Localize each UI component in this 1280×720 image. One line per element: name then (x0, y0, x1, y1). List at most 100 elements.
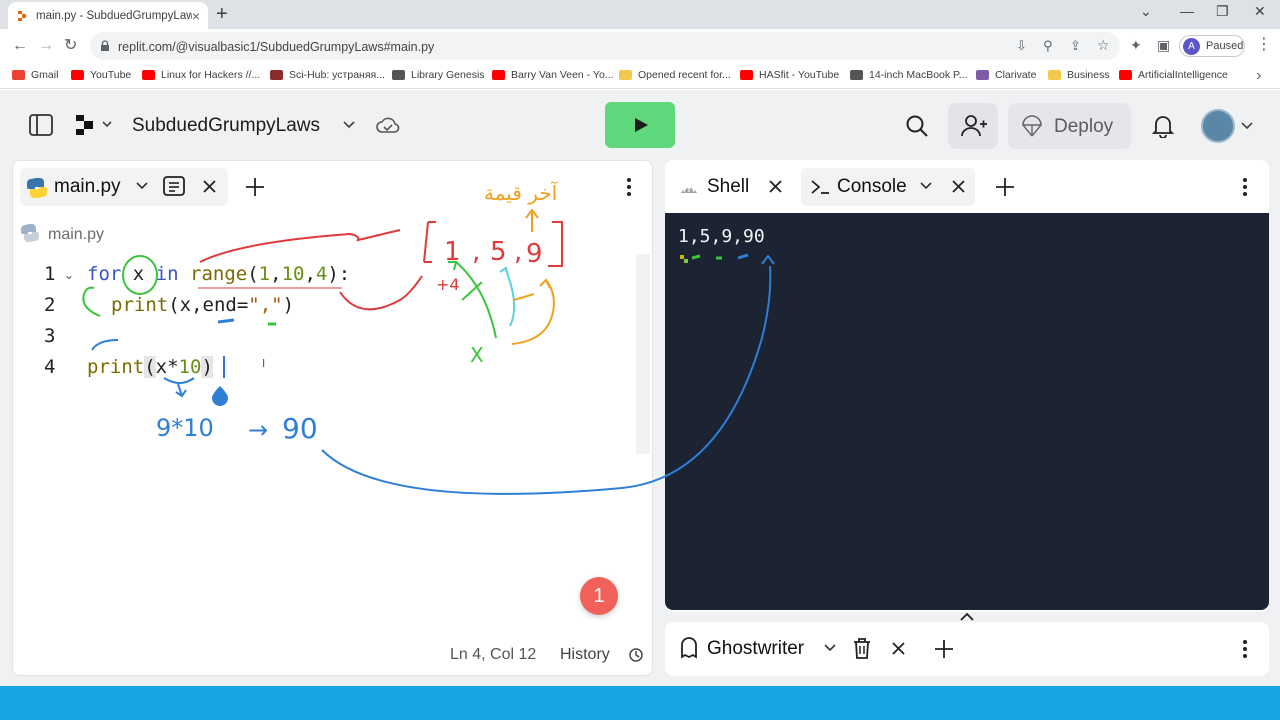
ghostwriter-icon (681, 637, 697, 659)
user-avatar[interactable] (1201, 109, 1235, 143)
window-close-icon[interactable]: ✕ (1254, 3, 1266, 20)
line-number: 3 (44, 325, 56, 347)
ghostwriter-tab[interactable]: Ghostwriter (707, 638, 804, 660)
add-editor-tab-icon[interactable] (245, 177, 265, 197)
back-icon[interactable]: ← (12, 38, 28, 54)
bookmark-opened-recent[interactable]: Opened recent for... (619, 69, 731, 81)
console-output: 1,5,9,90 (678, 226, 765, 247)
editor-tab-main-py[interactable] (20, 168, 228, 206)
code-line-1[interactable]: for x in range(1,10,4): (87, 263, 350, 285)
console-output-area[interactable] (665, 213, 1269, 610)
site-info-icon[interactable] (100, 40, 110, 52)
shell-tab[interactable]: Shell (707, 176, 749, 198)
console-tab-label: Console (837, 176, 907, 197)
console-more-options-icon[interactable] (1242, 177, 1248, 197)
close-tab-icon[interactable]: × (192, 8, 200, 24)
notification-badge[interactable]: 1 (580, 577, 618, 615)
add-console-tab-icon[interactable] (995, 177, 1015, 197)
share-icon[interactable]: ⇪ (1070, 38, 1081, 54)
bookmark-hasfit[interactable]: HASfit - YouTube (740, 69, 839, 81)
tab-chevron-down-icon[interactable] (136, 182, 148, 190)
console-prompt-icon (811, 180, 829, 194)
trash-icon[interactable] (852, 637, 872, 659)
tab-search-icon[interactable]: ⌄ (1140, 3, 1152, 20)
run-button[interactable] (605, 102, 675, 148)
notifications-bell-icon[interactable] (1152, 114, 1174, 138)
bookmark-youtube[interactable]: YouTube (71, 69, 131, 81)
text-cursor (223, 356, 225, 378)
replit-logo-icon[interactable] (75, 114, 115, 136)
breadcrumb[interactable]: main.py (48, 226, 104, 244)
profile-button[interactable]: A Paused (1179, 35, 1245, 57)
profile-status: Paused (1206, 40, 1244, 52)
bookmark-linux-for-hackers[interactable]: Linux for Hackers //... (142, 69, 260, 81)
account-chevron-down-icon[interactable] (1241, 122, 1253, 130)
editor-panel (12, 160, 653, 676)
editor-tab-label: main.py (54, 176, 121, 197)
cloud-check-icon (376, 117, 400, 133)
zoom-icon[interactable]: ⚲ (1043, 38, 1053, 54)
cursor-position: Ln 4, Col 12 (450, 646, 537, 663)
breadcrumb-python-icon (21, 224, 39, 242)
code-line-2[interactable]: print(x,end=",") (111, 294, 294, 316)
prompt-indicator-icon (680, 255, 688, 263)
close-console-tab-icon[interactable] (952, 180, 965, 193)
os-taskbar (0, 686, 1280, 720)
forward-icon[interactable]: → (38, 38, 54, 54)
folder-icon (619, 70, 632, 80)
python-file-icon (27, 178, 47, 198)
bookmark-sci-hub[interactable]: Sci-Hub: устраняя... (270, 69, 385, 81)
bookmark-library-genesis[interactable]: Library Genesis (392, 69, 485, 81)
maximize-icon[interactable]: ❐ (1216, 3, 1229, 20)
reload-icon[interactable]: ↻ (64, 38, 77, 54)
browser-menu-icon[interactable]: ⋮ (1256, 37, 1272, 53)
deploy-label: Deploy (1054, 116, 1114, 137)
add-ghostwriter-tab-icon[interactable] (934, 639, 954, 659)
shell-icon (681, 183, 697, 193)
close-ghostwriter-tab-icon[interactable] (892, 642, 905, 655)
editor-scrollbar[interactable] (636, 254, 650, 454)
project-chevron-down-icon[interactable] (343, 121, 355, 129)
youtube-icon (1119, 70, 1132, 80)
youtube-icon (740, 70, 753, 80)
code-line-4[interactable]: print(x*10) (87, 356, 213, 378)
bookmark-gmail[interactable]: Gmail (12, 69, 58, 81)
bookmark-star-icon[interactable]: ☆ (1097, 37, 1110, 53)
clarivate-icon (976, 70, 989, 80)
fold-chevron-icon[interactable]: ⌄ (64, 268, 74, 282)
bookmark-business[interactable]: Business (1048, 69, 1110, 81)
sidebar-toggle-icon[interactable] (29, 114, 53, 136)
new-tab-button[interactable]: + (216, 4, 228, 24)
bookmark-macbook[interactable]: 14-inch MacBook P... (850, 69, 967, 81)
minimize-icon[interactable]: — (1180, 3, 1194, 19)
youtube-icon (71, 70, 84, 80)
close-editor-tab-icon[interactable] (203, 180, 216, 193)
history-icon[interactable] (628, 647, 644, 663)
ghostwriter-chevron-down-icon[interactable] (824, 644, 836, 652)
url-text[interactable]: replit.com/@visualbasic1/SubduedGrumpyLa… (118, 40, 434, 54)
install-app-icon[interactable]: ⇩ (1016, 38, 1027, 54)
sci-hub-icon (270, 70, 283, 80)
collapse-chevron-up-icon[interactable] (960, 612, 974, 621)
browser-tab[interactable]: main.py - SubduedGrumpyLaws × (8, 2, 208, 29)
project-name[interactable]: SubduedGrumpyLaws (132, 115, 320, 137)
folder-icon (1048, 70, 1061, 80)
gmail-icon (12, 70, 25, 80)
apple-icon (850, 70, 863, 80)
close-shell-tab-icon[interactable] (769, 180, 782, 193)
bookmark-barry-van-veen[interactable]: Barry Van Veen - Yo... (492, 69, 614, 81)
ghostwriter-more-options-icon[interactable] (1242, 639, 1248, 659)
bookmark-clarivate[interactable]: Clarivate (976, 69, 1036, 81)
deploy-icon (1022, 115, 1042, 137)
extensions-icon[interactable]: ✦ (1130, 37, 1142, 53)
side-panel-icon[interactable]: ▣ (1157, 37, 1170, 53)
bookmark-artificial-intelligence[interactable]: ArtificialIntelligence (1119, 69, 1228, 81)
globe-icon (392, 70, 405, 80)
console-chevron-down-icon[interactable] (920, 182, 932, 190)
more-bookmarks-icon[interactable]: › (1256, 68, 1261, 84)
line-number: 2 (44, 294, 56, 316)
editor-more-options-icon[interactable] (626, 177, 632, 197)
file-outline-icon[interactable] (163, 176, 185, 196)
search-icon[interactable] (905, 114, 929, 138)
history-button[interactable]: History (560, 646, 610, 664)
